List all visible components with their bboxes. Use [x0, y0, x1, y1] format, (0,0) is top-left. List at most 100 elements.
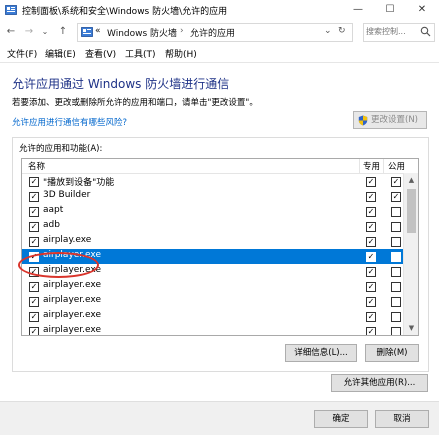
allowed-apps-list[interactable]: 名称 专用 公用 ✓ "播放到设备"功能 ✓ ✓ ✓ 3D Builder ✓ ✓ ✓ aapt ✓… — [21, 158, 419, 336]
menu-tools[interactable]: 工具(T) — [125, 47, 156, 60]
public-checkbox[interactable] — [391, 222, 401, 232]
refresh-icon[interactable]: ↻ — [338, 26, 346, 36]
public-checkbox[interactable] — [391, 297, 401, 307]
enable-checkbox[interactable]: ✓ — [29, 207, 39, 217]
shield-icon — [358, 115, 368, 126]
scroll-up-arrow[interactable]: ▲ — [404, 173, 418, 187]
private-checkbox[interactable]: ✓ — [366, 312, 376, 322]
allow-other-app-button[interactable]: 允许其他应用(R)... — [331, 374, 428, 392]
table-row[interactable]: ✓ airplayer.exe ✓ — [22, 249, 403, 264]
public-checkbox[interactable]: ✓ — [391, 192, 401, 202]
app-name: airplayer.exe — [43, 250, 102, 260]
table-row[interactable]: ✓ adb ✓ — [22, 219, 403, 234]
enable-checkbox[interactable]: ✓ — [29, 282, 39, 292]
table-row[interactable]: ✓ airplayer.exe ✓ — [22, 294, 403, 309]
menu-edit[interactable]: 编辑(E) — [45, 47, 76, 60]
public-checkbox[interactable] — [391, 237, 401, 247]
column-divider[interactable] — [359, 159, 360, 173]
breadcrumb-firewall[interactable]: Windows 防火墙 — [107, 26, 177, 39]
back-button[interactable]: ← — [4, 25, 18, 39]
enable-checkbox[interactable]: ✓ — [29, 312, 39, 322]
table-row[interactable]: ✓ aapt ✓ — [22, 204, 403, 219]
private-checkbox[interactable]: ✓ — [366, 207, 376, 217]
column-header-private[interactable]: 专用 — [363, 160, 380, 172]
table-row[interactable]: ✓ "播放到设备"功能 ✓ ✓ — [22, 174, 403, 189]
public-checkbox[interactable] — [391, 207, 401, 217]
address-prefix[interactable]: « — [95, 26, 101, 36]
main-content: 允许应用通过 Windows 防火墙进行通信 若要添加、更改或删除所允许的应用和… — [0, 63, 439, 401]
scroll-thumb[interactable] — [407, 189, 416, 233]
app-name: airplayer.exe — [43, 280, 102, 290]
table-row[interactable]: ✓ airplayer.exe ✓ — [22, 264, 403, 279]
up-button[interactable]: ↑ — [56, 25, 70, 39]
enable-checkbox[interactable]: ✓ — [29, 327, 39, 335]
app-name: aapt — [43, 205, 64, 215]
table-row[interactable]: ✓ airplayer.exe ✓ — [22, 324, 403, 335]
table-row[interactable]: ✓ airplayer.exe ✓ — [22, 279, 403, 294]
private-checkbox[interactable]: ✓ — [366, 297, 376, 307]
app-name: airplayer.exe — [43, 265, 102, 275]
address-bar[interactable]: « Windows 防火墙 › 允许的应用 ⌄ ↻ — [77, 23, 353, 42]
dialog-footer: 确定 取消 — [0, 401, 439, 435]
forward-button[interactable]: → — [22, 25, 36, 39]
enable-checkbox[interactable]: ✓ — [29, 297, 39, 307]
private-checkbox[interactable]: ✓ — [366, 237, 376, 247]
public-checkbox[interactable] — [391, 312, 401, 322]
table-row[interactable]: ✓ 3D Builder ✓ ✓ — [22, 189, 403, 204]
app-name: adb — [43, 220, 60, 230]
app-name: airplay.exe — [43, 235, 92, 245]
address-dropdown[interactable]: ⌄ — [324, 26, 332, 36]
recent-locations-dropdown[interactable]: ⌄ — [38, 25, 52, 39]
menu-bar: 文件(F) 编辑(E) 查看(V) 工具(T) 帮助(H) — [0, 44, 439, 63]
private-checkbox[interactable]: ✓ — [366, 192, 376, 202]
enable-checkbox[interactable]: ✓ — [29, 192, 39, 202]
search-box[interactable] — [363, 23, 435, 42]
public-checkbox[interactable]: ✓ — [391, 177, 401, 187]
vertical-scrollbar[interactable]: ▲ ▼ — [403, 173, 418, 335]
minimize-button[interactable]: — — [342, 0, 374, 20]
public-checkbox[interactable] — [391, 267, 401, 277]
allowed-apps-group: 允许的应用和功能(A): 名称 专用 公用 ✓ "播放到设备"功能 ✓ ✓ ✓ 3D Bu… — [12, 137, 429, 372]
cancel-button[interactable]: 取消 — [375, 410, 429, 428]
private-checkbox[interactable]: ✓ — [366, 327, 376, 335]
private-checkbox[interactable]: ✓ — [366, 282, 376, 292]
public-checkbox[interactable] — [391, 282, 401, 292]
navigation-bar: ← → ⌄ ↑ « Windows 防火墙 › 允许的应用 ⌄ ↻ — [0, 20, 439, 44]
search-icon[interactable] — [420, 26, 431, 37]
menu-view[interactable]: 查看(V) — [85, 47, 116, 60]
details-button[interactable]: 详细信息(L)... — [285, 344, 357, 362]
breadcrumb-allowed-apps[interactable]: 允许的应用 — [190, 26, 235, 39]
maximize-button[interactable]: ☐ — [374, 0, 406, 20]
close-button[interactable]: ✕ — [406, 0, 438, 20]
public-checkbox[interactable] — [391, 252, 401, 262]
private-checkbox[interactable]: ✓ — [366, 222, 376, 232]
private-checkbox[interactable]: ✓ — [366, 177, 376, 187]
column-divider[interactable] — [383, 159, 384, 173]
enable-checkbox[interactable]: ✓ — [29, 222, 39, 232]
delete-button[interactable]: 删除(M) — [365, 344, 419, 362]
app-name: airplayer.exe — [43, 295, 102, 305]
menu-file[interactable]: 文件(F) — [7, 47, 37, 60]
breadcrumb-separator[interactable]: › — [180, 26, 184, 36]
enable-checkbox[interactable]: ✓ — [29, 267, 39, 277]
menu-help[interactable]: 帮助(H) — [165, 47, 197, 60]
app-name: 3D Builder — [43, 190, 91, 200]
app-name: airplayer.exe — [43, 310, 102, 320]
enable-checkbox[interactable]: ✓ — [29, 237, 39, 247]
enable-checkbox[interactable]: ✓ — [29, 177, 39, 187]
table-row[interactable]: ✓ airplay.exe ✓ — [22, 234, 403, 249]
scroll-down-arrow[interactable]: ▼ — [404, 321, 418, 335]
enable-checkbox[interactable]: ✓ — [29, 252, 39, 262]
search-input[interactable] — [366, 25, 418, 38]
column-header-name[interactable]: 名称 — [28, 160, 45, 172]
table-row[interactable]: ✓ airplayer.exe ✓ — [22, 309, 403, 324]
private-checkbox[interactable]: ✓ — [366, 267, 376, 277]
private-checkbox[interactable]: ✓ — [366, 252, 376, 262]
column-header-public[interactable]: 公用 — [388, 160, 405, 172]
public-checkbox[interactable] — [391, 327, 401, 335]
risk-info-link[interactable]: 允许应用进行通信有哪些风险? — [12, 116, 127, 128]
window-title: 控制面板\系统和安全\Windows 防火墙\允许的应用 — [22, 7, 228, 17]
change-settings-button[interactable]: 更改设置(N) — [353, 111, 427, 129]
ok-button[interactable]: 确定 — [314, 410, 368, 428]
allowed-apps-label: 允许的应用和功能(A): — [19, 144, 103, 154]
